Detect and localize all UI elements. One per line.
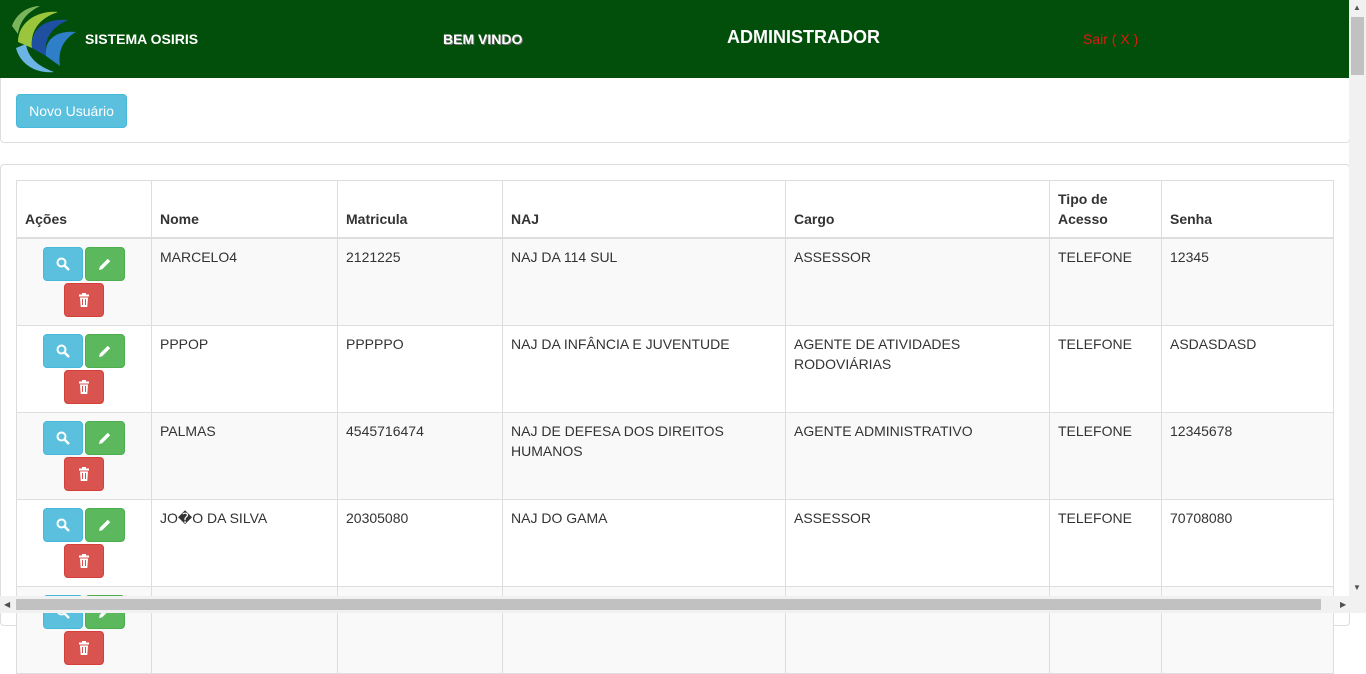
cell-nome: PPPOP xyxy=(151,325,338,413)
scroll-right-icon[interactable]: ▶ xyxy=(1340,600,1346,609)
cell-matricula: 20305080 xyxy=(337,499,503,587)
edit-button[interactable] xyxy=(85,334,125,368)
cell-matricula: PPPPPO xyxy=(337,325,503,413)
edit-button[interactable] xyxy=(85,421,125,455)
col-header-nome: Nome xyxy=(151,180,338,239)
row-actions xyxy=(16,412,152,500)
view-button[interactable] xyxy=(43,421,83,455)
cell-matricula: 4545716474 xyxy=(337,412,503,500)
toolbar-panel xyxy=(0,78,1350,143)
cell-cargo: AGENTE ADMINISTRATIVO xyxy=(785,412,1050,500)
col-header-naj: NAJ xyxy=(502,180,786,239)
user-role: ADMINISTRADOR xyxy=(727,27,880,47)
table-row: PPPOP PPPPPO NAJ DA INFÂNCIA E JUVENTUDE AG… xyxy=(16,325,1334,413)
table-row: PALMAS 4545716474 NAJ DE DEFESA DOS DIREIT… xyxy=(16,412,1334,500)
table-header-row: Ações Nome Matricula NAJ Cargo Tipo de A… xyxy=(16,180,1334,239)
delete-button[interactable] xyxy=(64,457,104,491)
cell-senha: 12345678 xyxy=(1161,412,1334,500)
cell-senha: ASDASDASD xyxy=(1161,325,1334,413)
vertical-scrollbar-thumb[interactable] xyxy=(1351,17,1364,75)
cell-tipo-acesso: TELEFONE xyxy=(1049,325,1162,413)
cell-senha: 12345 xyxy=(1161,237,1334,326)
osiris-logo xyxy=(12,6,76,73)
cell-cargo: AGENTE DE ATIVIDADES RODOVIÁRIAS xyxy=(785,325,1050,413)
col-header-tipo-acesso: Tipo de Acesso xyxy=(1049,180,1162,239)
cell-naj: NAJ DA INFÂNCIA E JUVENTUDE xyxy=(502,325,786,413)
delete-button[interactable] xyxy=(64,370,104,404)
col-header-matricula: Matricula xyxy=(337,180,503,239)
cell-cargo: ASSESSOR xyxy=(785,237,1050,326)
cell-naj: NAJ DE DEFESA DOS DIREITOS HUMANOS xyxy=(502,412,786,500)
logout-link[interactable]: Sair ( X ) xyxy=(1083,31,1138,47)
cell-naj: NAJ DO GAMA xyxy=(502,499,786,587)
cell-nome: MARCELO4 xyxy=(151,237,338,326)
delete-button[interactable] xyxy=(64,283,104,317)
view-button[interactable] xyxy=(43,334,83,368)
edit-button[interactable] xyxy=(85,247,125,281)
view-button[interactable] xyxy=(43,247,83,281)
cell-nome: PALMAS xyxy=(151,412,338,500)
col-header-cargo: Cargo xyxy=(785,180,1050,239)
cell-naj: NAJ DA 114 SUL xyxy=(502,237,786,326)
col-header-senha: Senha xyxy=(1161,180,1334,239)
cell-tipo-acesso: TELEFONE xyxy=(1049,412,1162,500)
row-actions xyxy=(16,325,152,413)
col-header-acoes: Ações xyxy=(16,180,152,239)
welcome-text: BEM VINDO xyxy=(443,31,523,47)
view-button[interactable] xyxy=(43,508,83,542)
row-actions xyxy=(16,499,152,587)
cell-tipo-acesso: TELEFONE xyxy=(1049,237,1162,326)
horizontal-scrollbar-thumb[interactable] xyxy=(16,599,1321,610)
cell-nome: JO�O DA SILVA xyxy=(151,499,338,587)
scroll-up-icon[interactable]: ▲ xyxy=(1353,3,1361,12)
scroll-left-icon[interactable]: ◀ xyxy=(4,600,10,609)
cell-tipo-acesso: TELEFONE xyxy=(1049,499,1162,587)
cell-cargo: ASSESSOR xyxy=(785,499,1050,587)
row-actions xyxy=(16,237,152,326)
scroll-down-icon[interactable]: ▼ xyxy=(1353,583,1361,592)
delete-button[interactable] xyxy=(64,544,104,578)
table-row: JO�O DA SILVA 20305080 NAJ DO GAMA ASSESSOR… xyxy=(16,499,1334,587)
edit-button[interactable] xyxy=(85,508,125,542)
table-row: MARCELO4 2121225 NAJ DA 114 SUL ASSESSOR TEL… xyxy=(16,237,1334,326)
delete-button[interactable] xyxy=(64,631,104,665)
cell-matricula: 2121225 xyxy=(337,237,503,326)
app-name: SISTEMA OSIRIS xyxy=(85,31,199,47)
cell-senha: 70708080 xyxy=(1161,499,1334,587)
top-navbar: SISTEMA OSIRIS BEM VINDO ADMINISTRADOR S… xyxy=(0,0,1349,78)
new-user-button[interactable]: Novo Usuário xyxy=(16,94,127,128)
vertical-scrollbar[interactable] xyxy=(1349,0,1366,596)
